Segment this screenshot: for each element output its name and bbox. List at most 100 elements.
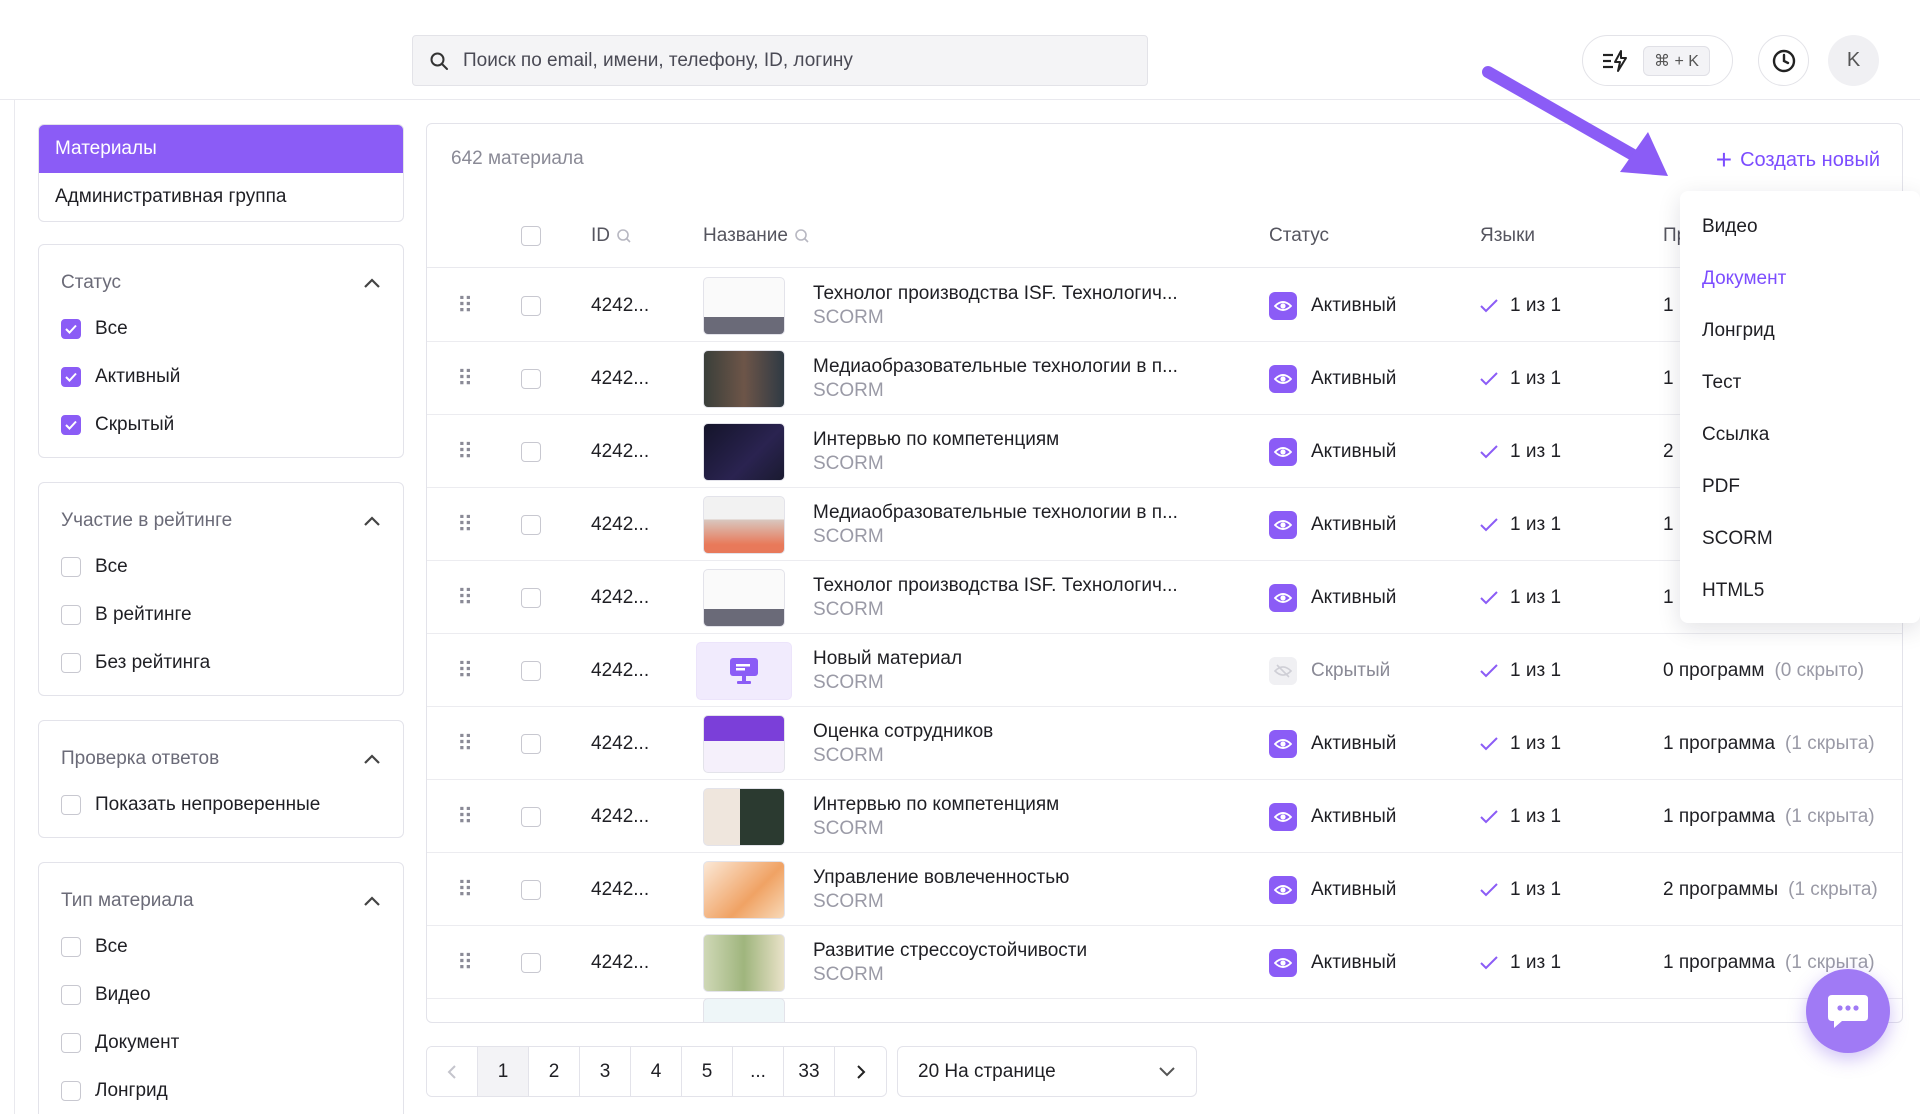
material-title[interactable]: Оценка сотрудников bbox=[813, 721, 993, 743]
search-icon[interactable] bbox=[616, 228, 632, 244]
material-title[interactable]: Развитие стрессоустойчивости bbox=[813, 940, 1087, 962]
material-title-cell[interactable]: Медиаобразовательные технологии в п... SC… bbox=[813, 488, 1178, 561]
material-title-cell[interactable]: Оценка сотрудников SCORM bbox=[813, 707, 993, 780]
dropdown-item-html5[interactable]: HTML5 bbox=[1680, 565, 1920, 617]
checkbox[interactable] bbox=[61, 605, 81, 625]
filter-type-all[interactable]: Все bbox=[39, 923, 403, 971]
row-checkbox[interactable] bbox=[521, 952, 541, 973]
filter-answers-header[interactable]: Проверка ответов bbox=[39, 737, 403, 781]
filter-type-document[interactable]: Документ bbox=[39, 1019, 403, 1067]
material-title[interactable]: Технолог производства ISF. Технологич... bbox=[813, 575, 1178, 597]
checkbox[interactable] bbox=[61, 985, 81, 1005]
drag-handle-icon[interactable]: ⠿ bbox=[457, 731, 473, 757]
material-title[interactable]: Интервью по компетенциям bbox=[813, 429, 1059, 451]
chat-widget-button[interactable] bbox=[1806, 969, 1890, 1053]
drag-handle-icon[interactable]: ⠿ bbox=[457, 512, 473, 538]
row-checkbox[interactable] bbox=[521, 660, 541, 681]
row-checkbox[interactable] bbox=[521, 806, 541, 827]
filter-type-header[interactable]: Тип материала bbox=[39, 879, 403, 923]
material-title-cell[interactable]: Управление вовлеченностью SCORM bbox=[813, 853, 1069, 926]
menu-item-materials[interactable]: Материалы bbox=[39, 125, 403, 173]
material-title[interactable]: Управление вовлеченностью bbox=[813, 867, 1069, 889]
per-page-select[interactable]: 20 На странице bbox=[897, 1046, 1197, 1097]
row-checkbox[interactable] bbox=[521, 441, 541, 462]
filter-status-hidden[interactable]: Скрытый bbox=[39, 401, 403, 449]
material-title-cell[interactable]: Развитие стрессоустойчивости SCORM bbox=[813, 926, 1087, 999]
search-box[interactable] bbox=[412, 35, 1148, 86]
page-button[interactable]: 3 bbox=[580, 1047, 631, 1096]
material-title[interactable]: Технолог производства ISF. Технологич... bbox=[813, 283, 1178, 305]
checkbox-checked[interactable] bbox=[61, 367, 81, 387]
checkbox[interactable] bbox=[61, 557, 81, 577]
search-input[interactable] bbox=[463, 49, 1113, 72]
checkbox[interactable] bbox=[61, 653, 81, 673]
dropdown-item-scorm[interactable]: SCORM bbox=[1680, 513, 1920, 565]
row-checkbox[interactable] bbox=[521, 587, 541, 608]
material-title-cell[interactable]: Технолог производства ISF. Технологич...… bbox=[813, 269, 1178, 342]
drag-handle-icon[interactable]: ⠿ bbox=[457, 439, 473, 465]
drag-handle-icon[interactable]: ⠿ bbox=[457, 366, 473, 392]
page-button[interactable]: 1 bbox=[478, 1047, 529, 1096]
page-button[interactable]: 2 bbox=[529, 1047, 580, 1096]
avatar[interactable]: K bbox=[1828, 35, 1879, 86]
column-languages[interactable]: Языки bbox=[1480, 204, 1535, 268]
dropdown-item-document[interactable]: Документ bbox=[1680, 253, 1920, 305]
drag-handle-icon[interactable]: ⠿ bbox=[457, 658, 473, 684]
row-checkbox[interactable] bbox=[521, 733, 541, 754]
filter-rating-header[interactable]: Участие в рейтинге bbox=[39, 499, 403, 543]
table-row[interactable]: ⠿ 4242... Новый материал SCORM Скрытый 1 из 1… bbox=[427, 634, 1902, 707]
material-title[interactable]: Медиаобразовательные технологии в п... bbox=[813, 502, 1178, 524]
dropdown-item-pdf[interactable]: PDF bbox=[1680, 461, 1920, 513]
select-all-checkbox[interactable] bbox=[521, 226, 541, 246]
dropdown-item-video[interactable]: Видео bbox=[1680, 201, 1920, 253]
material-title-cell[interactable]: Новый материал SCORM bbox=[813, 634, 962, 707]
column-status[interactable]: Статус bbox=[1269, 204, 1329, 268]
checkbox-checked[interactable] bbox=[61, 319, 81, 339]
search-icon[interactable] bbox=[794, 228, 810, 244]
checkbox[interactable] bbox=[61, 1081, 81, 1101]
filter-rating-out[interactable]: Без рейтинга bbox=[39, 639, 403, 687]
drag-handle-icon[interactable]: ⠿ bbox=[457, 293, 473, 319]
prev-page-button[interactable] bbox=[427, 1047, 478, 1096]
column-name[interactable]: Название bbox=[703, 204, 810, 268]
page-button[interactable]: 4 bbox=[631, 1047, 682, 1096]
row-checkbox[interactable] bbox=[521, 368, 541, 389]
dropdown-item-link[interactable]: Ссылка bbox=[1680, 409, 1920, 461]
filter-status-all[interactable]: Все bbox=[39, 305, 403, 353]
filter-status-active[interactable]: Активный bbox=[39, 353, 403, 401]
material-title-cell[interactable]: Медиаобразовательные технологии в п... SC… bbox=[813, 342, 1178, 415]
checkbox[interactable] bbox=[61, 795, 81, 815]
filter-rating-all[interactable]: Все bbox=[39, 543, 403, 591]
table-row[interactable]: ⠿ 4242... Интервью по компетенциям SCORM Акт… bbox=[427, 780, 1902, 853]
dropdown-item-longread[interactable]: Лонгрид bbox=[1680, 305, 1920, 357]
table-row[interactable]: ⠿ 4242... Развитие стрессоустойчивости SCOR… bbox=[427, 926, 1902, 999]
history-button[interactable] bbox=[1758, 35, 1809, 86]
drag-handle-icon[interactable]: ⠿ bbox=[457, 950, 473, 976]
material-title[interactable]: Интервью по компетенциям bbox=[813, 794, 1059, 816]
drag-handle-icon[interactable]: ⠿ bbox=[457, 877, 473, 903]
material-title-cell[interactable]: Интервью по компетенциям SCORM bbox=[813, 780, 1059, 853]
filter-status-header[interactable]: Статус bbox=[39, 261, 403, 305]
dropdown-item-test[interactable]: Тест bbox=[1680, 357, 1920, 409]
drag-handle-icon[interactable]: ⠿ bbox=[457, 804, 473, 830]
page-button[interactable]: 33 bbox=[784, 1047, 835, 1096]
create-new-button[interactable]: + Создать новый bbox=[1716, 146, 1880, 174]
page-button[interactable]: 5 bbox=[682, 1047, 733, 1096]
filter-answers-unchecked[interactable]: Показать непроверенные bbox=[39, 781, 403, 829]
checkbox[interactable] bbox=[61, 1033, 81, 1053]
row-checkbox[interactable] bbox=[521, 879, 541, 900]
material-title[interactable]: Новый материал bbox=[813, 648, 962, 670]
table-row[interactable]: ⠿ 4242... Оценка сотрудников SCORM Активный 1… bbox=[427, 707, 1902, 780]
material-title[interactable]: Медиаобразовательные технологии в п... bbox=[813, 356, 1178, 378]
drag-handle-icon[interactable]: ⠿ bbox=[457, 585, 473, 611]
filter-type-longread[interactable]: Лонгрид bbox=[39, 1067, 403, 1114]
checkbox-checked[interactable] bbox=[61, 415, 81, 435]
row-checkbox[interactable] bbox=[521, 295, 541, 316]
next-page-button[interactable] bbox=[835, 1047, 886, 1096]
table-row[interactable]: ⠿ 4242... Управление вовлеченностью SCORM Ак… bbox=[427, 853, 1902, 926]
material-title-cell[interactable]: Интервью по компетенциям SCORM bbox=[813, 415, 1059, 488]
page-ellipsis[interactable]: ... bbox=[733, 1047, 784, 1096]
checkbox[interactable] bbox=[61, 937, 81, 957]
column-id[interactable]: ID bbox=[591, 204, 632, 268]
row-checkbox[interactable] bbox=[521, 514, 541, 535]
